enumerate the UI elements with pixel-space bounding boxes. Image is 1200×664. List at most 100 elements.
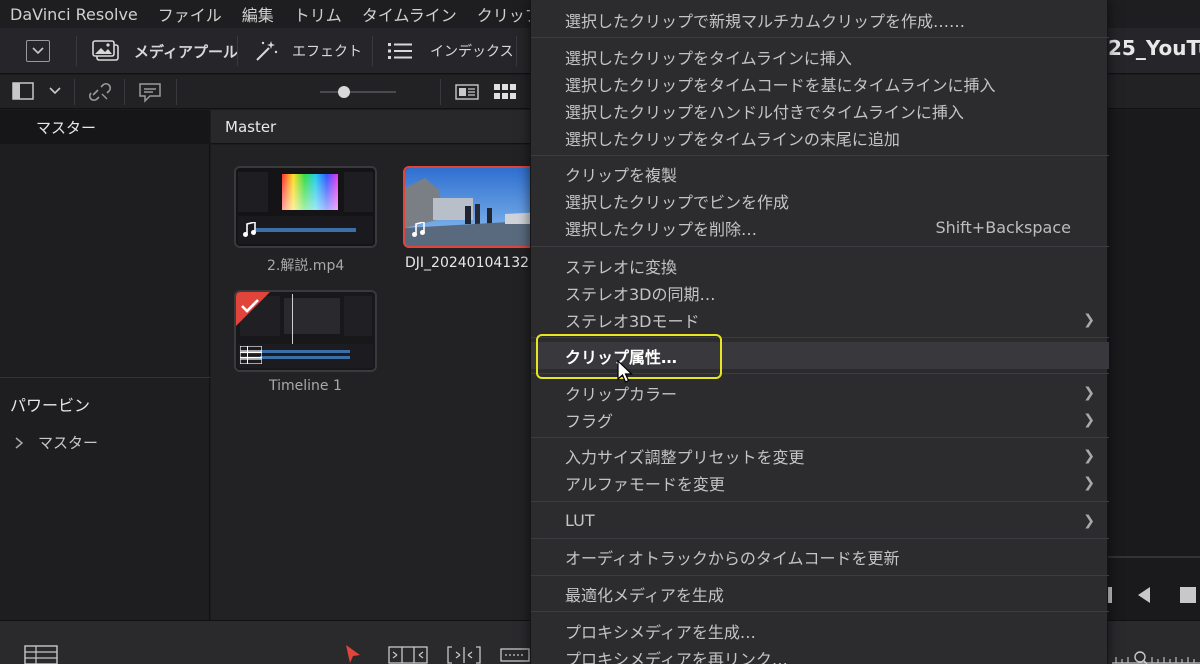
menu-item-label: 選択したクリップでビンを作成 <box>565 192 790 212</box>
list-view-button[interactable] <box>455 84 479 104</box>
menu-item-input-sizing-preset[interactable]: 入力サイズ調整プリセットを変更 ❯ <box>531 442 1109 469</box>
bin-master[interactable]: マスター <box>0 110 210 144</box>
chevron-right-icon: ❯ <box>1083 311 1095 328</box>
media-pool-button[interactable]: メディアプール <box>92 28 238 74</box>
viewer-panel <box>1108 110 1200 620</box>
menu-item-label: LUT <box>565 511 595 530</box>
menu-item-label: ステレオ3Dモード <box>565 311 700 331</box>
menu-item-flags[interactable]: フラグ ❯ <box>531 406 1109 433</box>
menu-item-label: アルファモードを変更 <box>565 474 725 494</box>
menu-item-shortcut: Shift+Backspace <box>935 218 1071 237</box>
chevron-right-icon: ❯ <box>1083 411 1095 428</box>
menu-item-convert-stereo[interactable]: ステレオに変換 <box>531 252 1109 279</box>
chevron-down-icon <box>49 87 61 95</box>
menu-item-label: プロキシメディアを再リンク… <box>565 649 788 664</box>
menu-item-insert-with-handles[interactable]: 選択したクリップをハンドル付きでタイムラインに挿入 <box>531 97 1109 124</box>
dynamic-trim-icon[interactable] <box>446 645 482 664</box>
menu-trim[interactable]: トリム <box>294 2 342 26</box>
toolbar-dropdown-button[interactable] <box>26 28 50 74</box>
menu-item-duplicate-clip[interactable]: クリップを複製 <box>531 160 1109 187</box>
chevron-right-icon: ❯ <box>1083 447 1095 464</box>
menu-edit[interactable]: 編集 <box>242 2 274 26</box>
index-label: インデックス <box>430 44 514 60</box>
clip-preview <box>405 168 544 246</box>
menu-item-label: フラグ <box>565 411 614 431</box>
menu-app-name[interactable]: DaVinci Resolve <box>10 5 138 24</box>
menu-item-lut[interactable]: LUT ❯ <box>531 507 1109 534</box>
menu-item-update-timecode-audio[interactable]: オーディオトラックからのタイムコードを更新 <box>531 543 1109 570</box>
menu-item-label: クリップカラー <box>565 384 678 404</box>
pool-header-label: Master <box>225 117 277 136</box>
menu-timeline[interactable]: タイムライン <box>362 2 457 26</box>
list-view-icon <box>455 84 479 100</box>
play-reverse-icon[interactable] <box>1136 587 1152 603</box>
menu-item-generate-proxy-media[interactable]: プロキシメディアを生成… <box>531 617 1109 644</box>
effects-label: エフェクト <box>292 44 362 60</box>
menu-item-create-multicam[interactable]: 選択したクリップで新規マルチカムクリップを作成…… <box>531 6 1109 33</box>
chevron-down-icon <box>26 40 50 62</box>
power-bins-heading: パワービン <box>10 396 91 415</box>
timeline-label: Timeline 1 <box>269 378 342 394</box>
mouse-cursor-icon <box>617 360 633 383</box>
blade-tool-icon[interactable] <box>500 647 530 663</box>
metadata-button[interactable] <box>138 81 162 107</box>
clip-label: 2.解説.mp4 <box>267 258 345 274</box>
menu-item-insert-by-timecode[interactable]: 選択したクリップをタイムコードを基にタイムラインに挿入 <box>531 70 1109 97</box>
menu-item-alpha-mode[interactable]: アルファモードを変更 ❯ <box>531 469 1109 496</box>
chevron-right-icon <box>15 436 24 449</box>
bin-master-label: マスター <box>36 118 97 137</box>
link-icon <box>88 82 112 102</box>
project-title: 25_YouTu <box>1108 36 1200 60</box>
menu-item-label: 選択したクリップをタイムラインに挿入 <box>565 48 852 68</box>
trim-tool-icon[interactable] <box>388 645 428 664</box>
power-bin-master-label: マスター <box>38 434 99 452</box>
zoom-slider[interactable] <box>320 86 396 98</box>
zoom-slider-handle[interactable] <box>338 86 350 98</box>
clip-preview <box>236 168 375 246</box>
menu-item-delete-clips[interactable]: 選択したクリップを削除… Shift+Backspace <box>531 214 1109 241</box>
timeline-icon <box>240 346 262 364</box>
menu-item-label: 最適化メディアを生成 <box>565 585 724 605</box>
sidebar-icon <box>12 82 34 100</box>
clip-thumbnail[interactable] <box>234 166 377 248</box>
chevron-right-icon: ❯ <box>1083 512 1095 529</box>
menu-item-label: ステレオに変換 <box>565 257 678 277</box>
menu-item-generate-optimized-media[interactable]: 最適化メディアを生成 <box>531 580 1109 607</box>
clip-thumbnail-selected[interactable] <box>403 166 546 248</box>
unlink-button[interactable] <box>88 81 112 107</box>
menu-item-append-to-end[interactable]: 選択したクリップをタイムラインの末尾に追加 <box>531 124 1109 151</box>
list-icon <box>388 43 412 59</box>
menu-item-label: ステレオ3Dの同期… <box>565 284 716 304</box>
index-button[interactable]: インデックス <box>388 28 514 74</box>
timeline-layout-icon[interactable] <box>24 645 58 664</box>
menu-item-insert-to-timeline[interactable]: 選択したクリップをタイムラインに挿入 <box>531 43 1109 70</box>
audio-note-icon <box>243 222 256 237</box>
menu-item-label: 入力サイズ調整プリセットを変更 <box>565 447 805 467</box>
menu-item-create-bin[interactable]: 選択したクリップでビンを作成 <box>531 187 1109 214</box>
timeline-thumbnail[interactable] <box>234 290 377 372</box>
menu-item-stereo3d-mode[interactable]: ステレオ3Dモード ❯ <box>531 306 1109 333</box>
image-icon <box>92 40 119 61</box>
panel-toggle-button[interactable] <box>12 82 62 100</box>
menu-item-label: 選択したクリップをハンドル付きでタイムラインに挿入 <box>565 102 964 122</box>
selection-arrow-icon[interactable] <box>344 643 362 664</box>
grid-view-button[interactable] <box>494 83 516 105</box>
stop-icon[interactable] <box>1180 587 1196 603</box>
power-bin-master[interactable]: マスター <box>14 432 98 453</box>
menu-item-label: 選択したクリップで新規マルチカムクリップを作成…… <box>565 11 966 31</box>
step-back-icon[interactable] <box>1108 587 1118 603</box>
effects-button[interactable]: エフェクト <box>254 28 362 74</box>
menu-item-stereo3d-sync[interactable]: ステレオ3Dの同期… <box>531 279 1109 306</box>
menu-item-label: プロキシメディアを生成… <box>565 622 756 642</box>
grid-icon <box>494 84 516 99</box>
bin-list-panel: マスター パワービン マスター <box>0 110 210 620</box>
menu-file[interactable]: ファイル <box>158 2 222 26</box>
magic-wand-icon <box>256 41 278 61</box>
menu-item-label: 選択したクリップをタイムラインの末尾に追加 <box>565 129 900 149</box>
menu-item-label: クリップを複製 <box>565 165 678 185</box>
menu-item-label: オーディオトラックからのタイムコードを更新 <box>565 548 900 568</box>
zoom-ruler-icon[interactable] <box>1112 649 1200 664</box>
pool-header: Master <box>211 110 541 144</box>
chevron-right-icon: ❯ <box>1083 474 1095 491</box>
menu-item-relink-proxy-media[interactable]: プロキシメディアを再リンク… <box>531 644 1109 664</box>
